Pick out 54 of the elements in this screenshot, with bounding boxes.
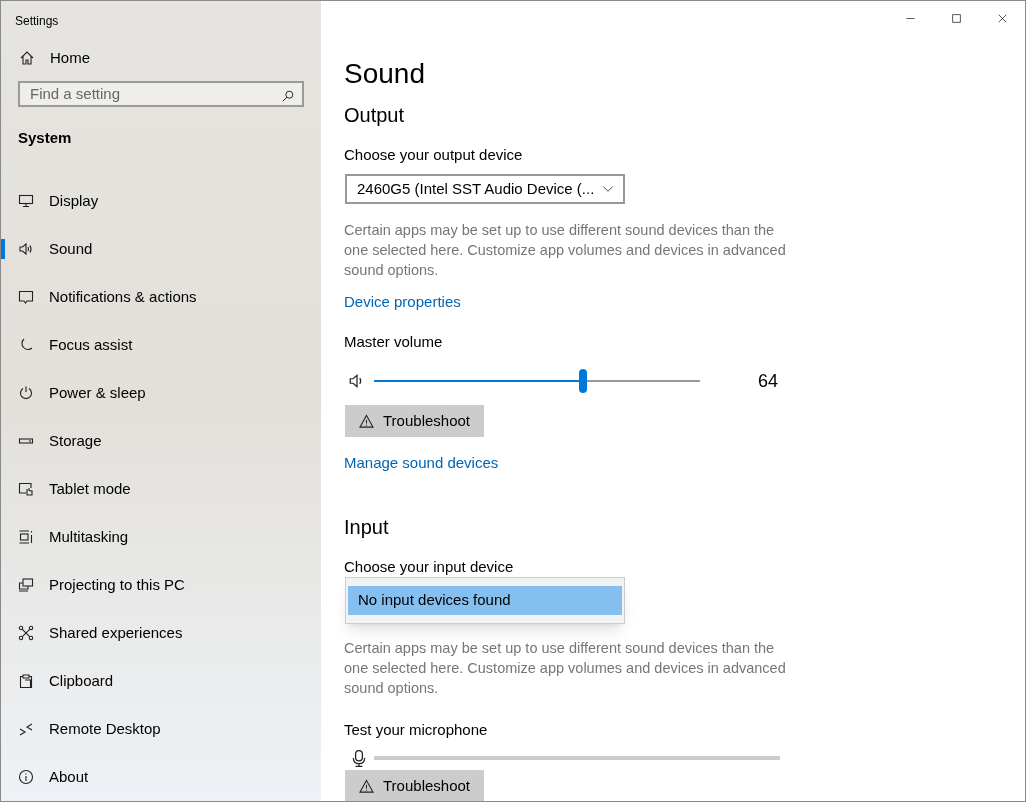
field-label: Choose your input device	[344, 557, 514, 577]
nav-item[interactable]: Focus assist	[1, 321, 321, 369]
section-heading: System	[17, 127, 72, 148]
warning-icon	[359, 413, 374, 429]
projector-icon	[18, 577, 34, 593]
help-text: Certain apps may be set up to use different sound devices than the one selected here. Customize app volumes and devices in advanced sound options.	[344, 639, 787, 698]
nav-item[interactable]: Sound	[1, 225, 321, 273]
nav-item[interactable]: Remote Desktop	[1, 705, 321, 753]
clipboard-icon	[18, 673, 34, 689]
close-icon	[996, 12, 1008, 24]
nav-item[interactable]: Display	[1, 177, 321, 225]
search-icon	[281, 88, 295, 103]
troubleshoot-button[interactable]: Troubleshoot	[345, 770, 484, 801]
moon-icon	[18, 337, 34, 353]
page-title: Sound	[344, 57, 425, 91]
field-label: Choose your output device	[344, 145, 523, 165]
manage-sound-devices-link[interactable]: Manage sound devices	[344, 453, 499, 473]
section-heading: Output	[344, 103, 405, 128]
section-heading: Input	[344, 515, 389, 540]
maximize-icon	[950, 12, 962, 24]
home-link[interactable]: Home	[1, 37, 90, 79]
output-device-dropdown[interactable]: 2460G5 (Intel SST Audio Device (...	[345, 174, 625, 204]
field-label: Test your microphone	[344, 720, 488, 740]
power-icon	[18, 385, 34, 401]
nav-item[interactable]: Multitasking	[1, 513, 321, 561]
multitasking-icon	[18, 529, 34, 545]
shared-icon	[18, 625, 34, 641]
speaker-icon	[18, 241, 34, 257]
troubleshoot-button[interactable]: Troubleshoot	[345, 405, 484, 437]
slider-thumb[interactable]	[578, 369, 587, 393]
nav-item[interactable]: Tablet mode	[1, 465, 321, 513]
warning-icon	[359, 778, 374, 794]
nav-item[interactable]: Notifications & actions	[1, 273, 321, 321]
volume-slider[interactable]	[374, 369, 700, 393]
monitor-icon	[18, 193, 34, 209]
speech-bubble-icon	[18, 289, 34, 305]
microphone-icon	[350, 748, 368, 768]
nav-item[interactable]: Projecting to this PC	[1, 561, 321, 609]
remote-icon	[18, 721, 34, 737]
field-label: Master volume	[344, 332, 443, 352]
tablet-icon	[18, 481, 34, 497]
device-properties-link[interactable]: Device properties	[344, 292, 461, 312]
window-title: Settings	[14, 13, 59, 30]
nav-item[interactable]: Shared experiences	[1, 609, 321, 657]
volume-value: 64	[758, 369, 779, 393]
home-icon	[19, 49, 35, 66]
nav-item[interactable]: Clipboard	[1, 657, 321, 705]
search-field[interactable]: Find a setting	[18, 80, 304, 107]
nav-item[interactable]: Power & sleep	[1, 369, 321, 417]
nav-item[interactable]: Storage	[1, 417, 321, 465]
help-text: Certain apps may be set up to use different sound devices than the one selected here. Customize app volumes and devices in advanced sound options.	[344, 221, 787, 280]
dropdown-option[interactable]: No input devices found	[348, 586, 622, 615]
info-icon	[18, 769, 34, 785]
nav-item[interactable]: About	[1, 753, 321, 801]
